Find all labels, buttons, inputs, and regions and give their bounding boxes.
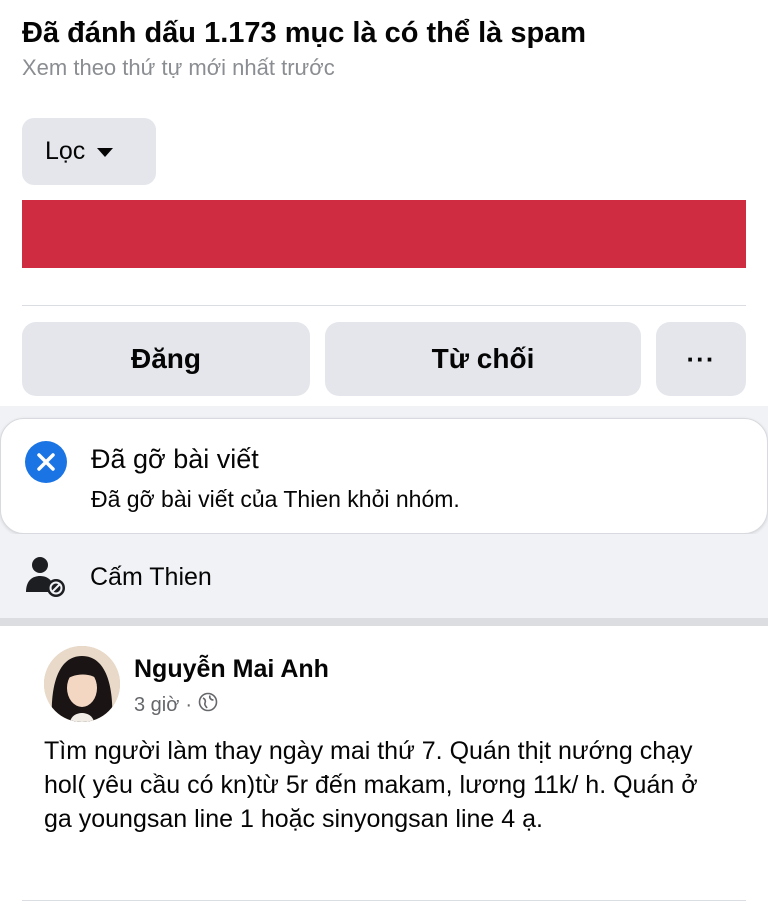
toast-body: Đã gỡ bài viết của Thien khỏi nhóm. [91, 486, 460, 512]
sort-subtitle: Xem theo thứ tự mới nhất trước [22, 55, 335, 80]
post-time: 3 giờ [134, 694, 180, 716]
more-options-button[interactable]: ··· [656, 322, 746, 396]
removed-post-toast: Đã gỡ bài viết Đã gỡ bài viết của Thien … [0, 418, 768, 534]
page-title: Đã đánh dấu 1.173 mục là có thể là spam [22, 17, 587, 49]
close-circle-icon [25, 441, 67, 483]
alert-bar [22, 200, 746, 268]
caret-down-icon [97, 148, 114, 157]
post-card: Nguyễn Mai Anh 3 giờ · Tìm người làm tha… [0, 626, 768, 916]
divider [22, 900, 746, 901]
avatar[interactable] [44, 646, 120, 722]
page-header: Đã đánh dấu 1.173 mục là có thể là spam … [22, 14, 748, 82]
ban-user-button[interactable]: Cấm Thien [0, 534, 768, 618]
post-meta: 3 giờ · [134, 692, 218, 718]
filter-button[interactable]: Lọc [22, 118, 156, 185]
toast-title: Đã gỡ bài viết [91, 444, 259, 474]
section-separator [0, 618, 768, 626]
ban-user-label: Cấm Thien [90, 563, 212, 591]
filter-label: Lọc [45, 137, 86, 165]
post-button[interactable]: Đăng [22, 322, 310, 396]
meta-separator: · [185, 694, 193, 716]
divider [22, 305, 746, 306]
globe-icon [198, 692, 218, 718]
reject-button[interactable]: Từ chối [325, 322, 641, 396]
post-body: Tìm người làm thay ngày mai thứ 7. Quán … [44, 737, 698, 833]
post-author[interactable]: Nguyễn Mai Anh [134, 654, 329, 684]
user-block-icon [24, 554, 68, 598]
